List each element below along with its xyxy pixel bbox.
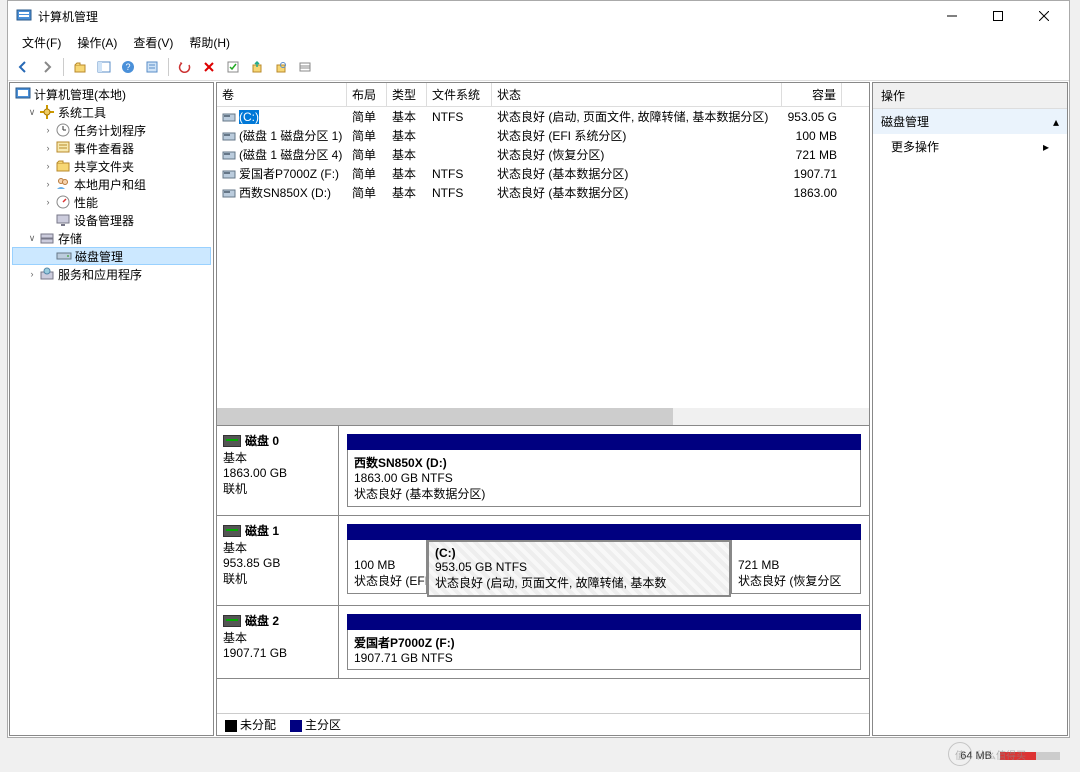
col-capacity[interactable]: 容量: [782, 83, 842, 106]
disk-1-partition-0[interactable]: 100 MB 状态良好 (EFI: [347, 524, 427, 597]
volume-header[interactable]: 卷 布局 类型 文件系统 状态 容量: [217, 83, 869, 107]
menu-action[interactable]: 操作(A): [69, 32, 125, 53]
volume-row[interactable]: (C:)简单基本NTFS状态良好 (启动, 页面文件, 故障转储, 基本数据分区…: [217, 107, 869, 126]
tree-system-tools[interactable]: ∨系统工具: [12, 103, 211, 121]
legend: 未分配 主分区: [217, 713, 869, 735]
list-view-button[interactable]: [294, 56, 316, 78]
close-button[interactable]: [1021, 1, 1067, 31]
desktop-taskbar-stub: 64 MB: [0, 740, 1080, 772]
disk-2-info[interactable]: 磁盘 2 基本 1907.71 GB: [217, 606, 339, 678]
tree-event-viewer[interactable]: ›事件查看器: [12, 139, 211, 157]
checklist-button[interactable]: [222, 56, 244, 78]
svg-text:?: ?: [125, 62, 130, 72]
collapse-icon: ▴: [1053, 115, 1059, 129]
volume-row[interactable]: (磁盘 1 磁盘分区 4)简单基本状态良好 (恢复分区)721 MB: [217, 145, 869, 164]
minimize-button[interactable]: [929, 1, 975, 31]
col-volume[interactable]: 卷: [217, 83, 347, 106]
disk-1-partition-1[interactable]: (C:) 953.05 GB NTFS 状态良好 (启动, 页面文件, 故障转储…: [427, 524, 731, 597]
actions-section[interactable]: 磁盘管理 ▴: [873, 109, 1067, 134]
actions-more[interactable]: 更多操作 ▸: [873, 134, 1067, 159]
disk-2-partition-0[interactable]: 爱国者P7000Z (F:) 1907.71 GB NTFS: [347, 614, 861, 670]
forward-button[interactable]: [36, 56, 58, 78]
disk-icon: [223, 435, 241, 447]
disk-0-partition-0[interactable]: 西数SN850X (D:) 1863.00 GB NTFS 状态良好 (基本数据…: [347, 434, 861, 507]
export-button[interactable]: [246, 56, 268, 78]
main-window: 计算机管理 文件(F) 操作(A) 查看(V) 帮助(H) ?: [7, 0, 1070, 738]
actions-header: 操作: [873, 83, 1067, 109]
col-filesystem[interactable]: 文件系统: [427, 83, 492, 106]
col-status[interactable]: 状态: [492, 83, 782, 106]
tree-disk-management[interactable]: 磁盘管理: [12, 247, 211, 265]
back-button[interactable]: [12, 56, 34, 78]
disk-1-partition-2[interactable]: 721 MB 状态良好 (恢复分区: [731, 524, 861, 597]
watermark: 值什么值得买: [948, 738, 1078, 770]
disk-panel: 磁盘 0 基本 1863.00 GB 联机 西数SN850X (D:) 1863…: [217, 425, 869, 735]
maximize-button[interactable]: [975, 1, 1021, 31]
window-title: 计算机管理: [38, 8, 929, 25]
legend-unallocated-swatch: [225, 720, 237, 732]
up-button[interactable]: [69, 56, 91, 78]
drive-icon: [222, 148, 236, 162]
disk-0-info[interactable]: 磁盘 0 基本 1863.00 GB 联机: [217, 426, 339, 515]
tree-device-manager[interactable]: 设备管理器: [12, 211, 211, 229]
volume-list: 卷 布局 类型 文件系统 状态 容量 (C:)简单基本NTFS状态良好 (启动,…: [217, 83, 869, 425]
tree-task-scheduler[interactable]: ›任务计划程序: [12, 121, 211, 139]
disk-0-block: 磁盘 0 基本 1863.00 GB 联机 西数SN850X (D:) 1863…: [217, 426, 869, 516]
disk-1-info[interactable]: 磁盘 1 基本 953.85 GB 联机: [217, 516, 339, 605]
volume-row[interactable]: (磁盘 1 磁盘分区 1)简单基本状态良好 (EFI 系统分区)100 MB: [217, 126, 869, 145]
disk-1-block: 磁盘 1 基本 953.85 GB 联机 100 MB: [217, 516, 869, 606]
menu-file[interactable]: 文件(F): [14, 32, 69, 53]
app-icon: [16, 8, 32, 24]
actions-panel: 操作 磁盘管理 ▴ 更多操作 ▸: [872, 82, 1068, 736]
tree-root[interactable]: 计算机管理(本地): [12, 85, 211, 103]
toolbar: ?: [8, 53, 1069, 81]
find-button[interactable]: [270, 56, 292, 78]
volume-row[interactable]: 西数SN850X (D:)简单基本NTFS状态良好 (基本数据分区)1863.0…: [217, 183, 869, 202]
tree-shared-folders[interactable]: ›共享文件夹: [12, 157, 211, 175]
tree-services-apps[interactable]: ›服务和应用程序: [12, 265, 211, 283]
properties-button[interactable]: [141, 56, 163, 78]
titlebar: 计算机管理: [8, 1, 1069, 31]
menubar: 文件(F) 操作(A) 查看(V) 帮助(H): [8, 31, 1069, 53]
tree-performance[interactable]: ›性能: [12, 193, 211, 211]
drive-icon: [222, 167, 236, 181]
horizontal-scrollbar[interactable]: [217, 408, 869, 425]
disk-icon: [223, 615, 241, 627]
mid-panel: 卷 布局 类型 文件系统 状态 容量 (C:)简单基本NTFS状态良好 (启动,…: [216, 82, 870, 736]
col-type[interactable]: 类型: [387, 83, 427, 106]
volume-row[interactable]: 爱国者P7000Z (F:)简单基本NTFS状态良好 (基本数据分区)1907.…: [217, 164, 869, 183]
menu-help[interactable]: 帮助(H): [181, 32, 238, 53]
drive-icon: [222, 186, 236, 200]
legend-primary-swatch: [290, 720, 302, 732]
menu-view[interactable]: 查看(V): [125, 32, 181, 53]
chevron-right-icon: ▸: [1043, 140, 1049, 154]
disk-2-block: 磁盘 2 基本 1907.71 GB 爱国者P7000Z (F:) 1907.7…: [217, 606, 869, 679]
col-layout[interactable]: 布局: [347, 83, 387, 106]
tree-local-users[interactable]: ›本地用户和组: [12, 175, 211, 193]
drive-icon: [222, 129, 236, 143]
delete-button[interactable]: [198, 56, 220, 78]
refresh-button[interactable]: [174, 56, 196, 78]
show-hide-tree-button[interactable]: [93, 56, 115, 78]
help-button[interactable]: ?: [117, 56, 139, 78]
drive-icon: [222, 110, 236, 124]
disk-icon: [223, 525, 241, 537]
tree-storage[interactable]: ∨存储: [12, 229, 211, 247]
tree-panel: 计算机管理(本地) ∨系统工具 ›任务计划程序 ›事件查看器 ›共享文件夹 ›本…: [9, 82, 214, 736]
